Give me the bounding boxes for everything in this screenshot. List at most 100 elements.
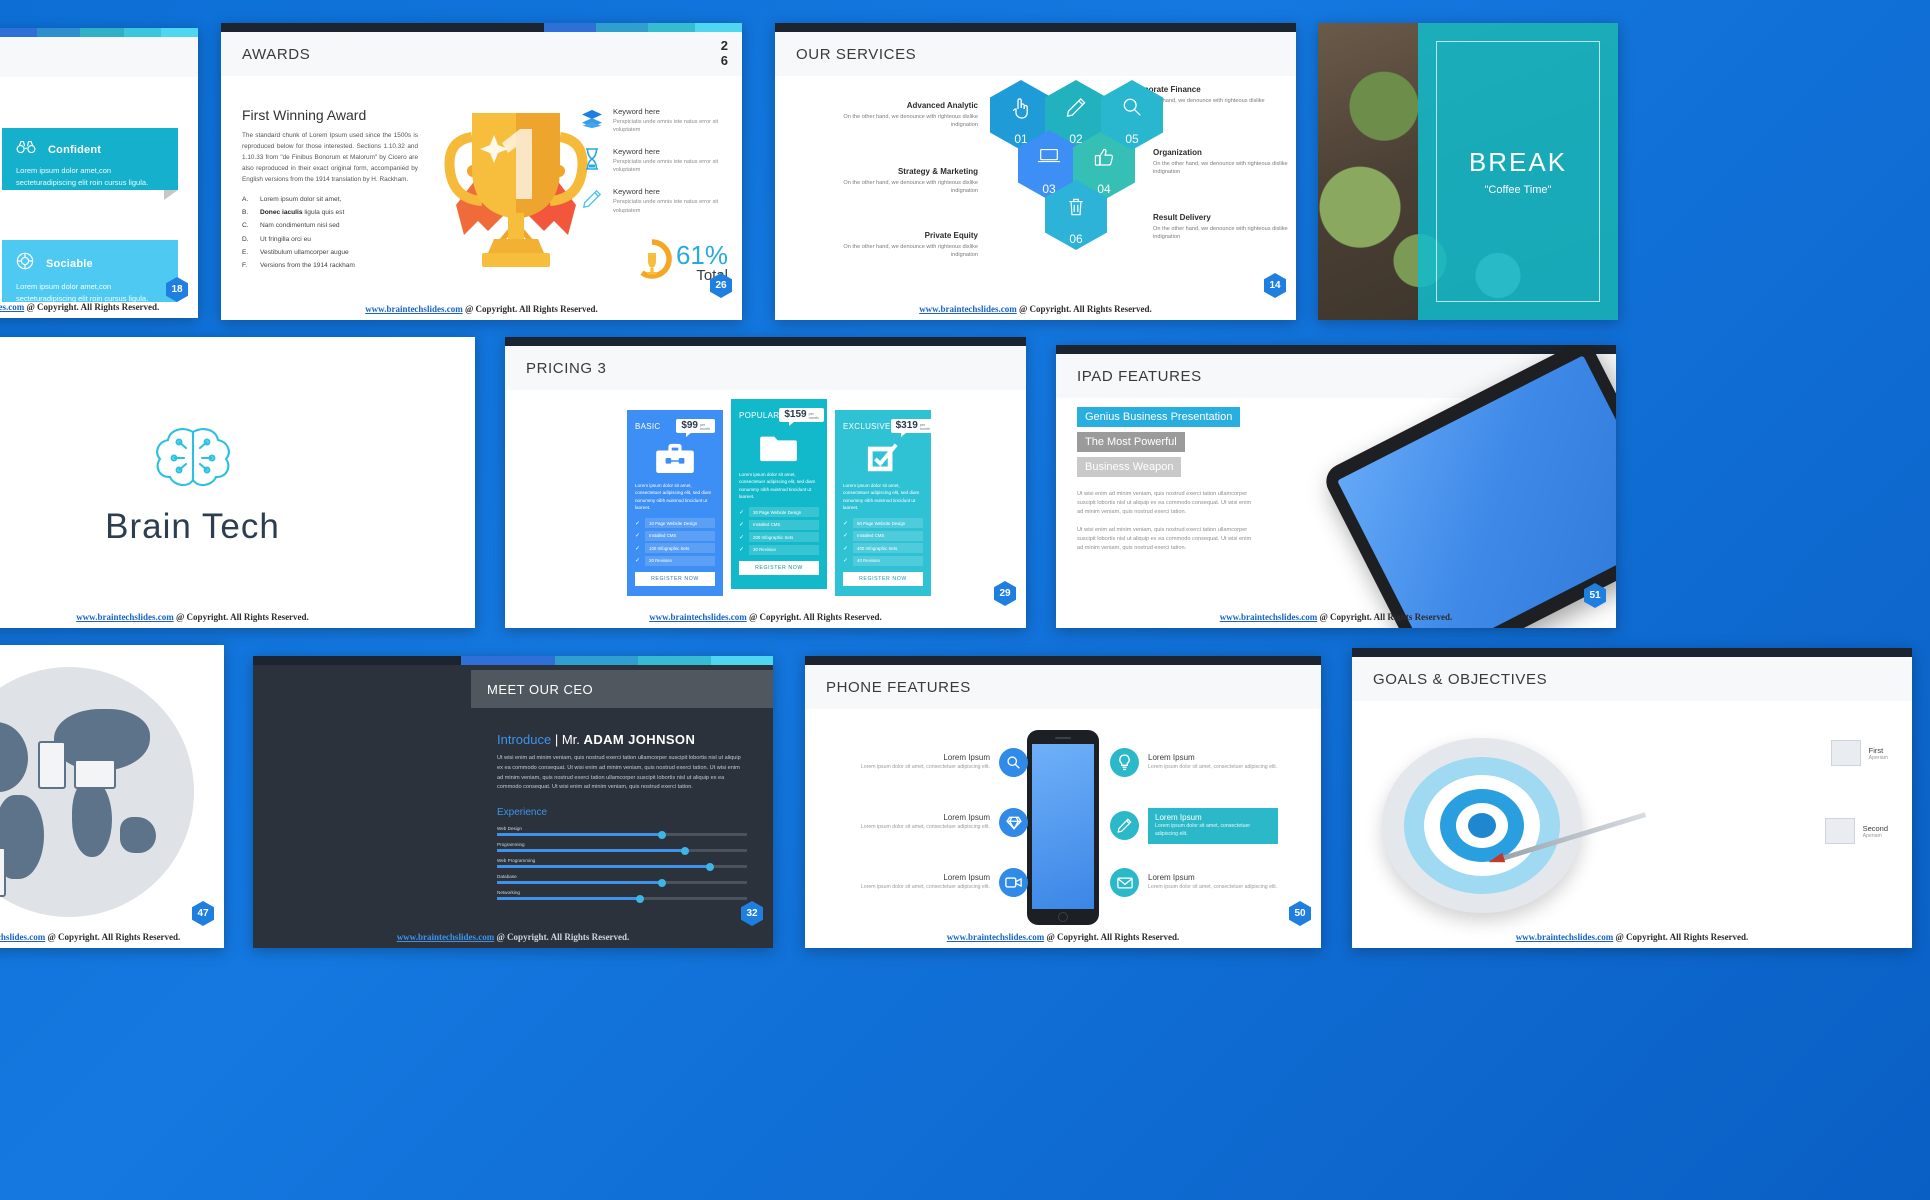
slide-phone-features[interactable]: PHONE FEATURES Lorem Ipsum Lorem ipsum d… — [805, 656, 1321, 948]
hourglass-icon — [581, 147, 603, 171]
awards-heading: First Winning Award — [242, 107, 367, 123]
feature-label: 30 Revision — [749, 544, 819, 555]
slide-topbar — [775, 23, 1296, 32]
awards-list: A. Lorem ipsum dolor sit amet, B. Donec ia… — [242, 196, 418, 269]
service-label-advanced-analytic: Advanced Analytic On the other hand, we … — [830, 101, 978, 130]
feature-desc: Lorem ipsum dolor sit amet, consectetuer… — [1155, 823, 1251, 837]
phone-feature-left-2[interactable]: Lorem Ipsum Lorem ipsum dolor sit amet, … — [860, 808, 1028, 837]
trait-card-sociable[interactable]: Sociable Lorem ipsum dolor amet,con sect… — [2, 240, 178, 303]
keyword-row: Keyword here Perspiciatis unde omnis ist… — [581, 187, 731, 214]
list-key: D. — [242, 235, 249, 243]
phone-feature-right-2[interactable]: Lorem Ipsum Lorem ipsum dolor sit amet, … — [1110, 808, 1278, 844]
checkbox-icon — [843, 439, 923, 477]
skill-row-networking: Networking — [497, 890, 747, 903]
skill-row-programming: Programming — [497, 842, 747, 855]
skill-label: Networking — [497, 890, 520, 896]
stat-value: 61% — [675, 240, 728, 270]
slide-meet-our-ceo[interactable]: MEET OUR CEO Introduce | Mr. ADAM JOHNSO… — [253, 656, 773, 948]
check-icon: ✓ — [739, 522, 745, 529]
register-button[interactable]: REGISTER NOW — [635, 571, 715, 586]
slide-ipad-features[interactable]: IPAD FEATURES Genius Business Presentati… — [1056, 345, 1616, 628]
ceo-name: ADAM JOHNSON — [583, 732, 696, 747]
slide-pricing[interactable]: PRICING 3 BASIC $99 per month Lorem ipsu… — [505, 337, 1026, 628]
footer-link[interactable]: www.braintechslides.com — [76, 612, 174, 622]
check-icon: ✓ — [843, 558, 849, 565]
page-number-badge: 14 — [1264, 273, 1286, 298]
ceo-intro-label: Introduce — [497, 732, 552, 747]
ipad-tag-3: Business Weapon — [1077, 457, 1182, 477]
page-number-top-1: 2 — [720, 38, 728, 53]
slide-topbar — [221, 23, 742, 32]
lifebuoy-icon — [16, 252, 34, 275]
check-icon: ✓ — [843, 545, 849, 552]
feature-row: ✓ 20 Revision — [635, 555, 715, 566]
hex-number: 05 — [1125, 132, 1139, 146]
keyword-title: Keyword here — [613, 187, 660, 197]
slide-traits[interactable]: Confident Lorem ipsum dolor amet,con sec… — [0, 28, 198, 318]
plan-description: Lorem ipsum dolor sit amet, consectetuer… — [635, 483, 712, 511]
slide-topbar — [0, 28, 198, 37]
pricing-card-popular[interactable]: POPULAR $159 per month Lorem ipsum dolor … — [731, 399, 827, 589]
list-item: D. Ut fringilla orci eu — [242, 236, 418, 243]
skill-track[interactable] — [497, 846, 747, 855]
slide-goals-objectives[interactable]: GOALS & OBJECTIVES First Aperiam Second … — [1352, 648, 1912, 948]
footer-link[interactable]: www.braintechslides.com — [919, 304, 1017, 314]
slide-logo[interactable]: Brain Tech www.braintechslides.com @ Cop… — [0, 337, 475, 628]
page-title: GOALS & OBJECTIVES — [1373, 670, 1548, 688]
skill-track[interactable] — [497, 894, 747, 903]
pricing-card-basic[interactable]: BASIC $99 per month Lorem ipsum dolor sit… — [627, 410, 723, 596]
trait-card-confident[interactable]: Confident Lorem ipsum dolor amet,con sec… — [2, 128, 178, 200]
list-text: Nam condimentum nisl sed — [260, 222, 340, 230]
footer-link[interactable]: www.braintechslides.com — [365, 304, 463, 314]
keyword-desc: Perspiciatis unde omnis iste natus error… — [613, 199, 719, 214]
list-key: B. — [242, 209, 249, 217]
feature-row: ✓ Installed CMS — [843, 530, 923, 541]
list-item: A. Lorem ipsum dolor sit amet, — [242, 196, 418, 203]
pricing-card-exclusive[interactable]: EXCLUSIVE $319 per month Lorem ipsum dolo… — [835, 410, 935, 596]
skill-track[interactable] — [497, 830, 747, 839]
slide-world-devices[interactable]: www.braintechslides.com @ Copyright. All… — [0, 645, 224, 948]
ceo-title-band: MEET OUR CEO — [471, 670, 773, 708]
service-label-result-delivery: Result Delivery On the other hand, we de… — [1153, 213, 1296, 242]
folder-icon — [739, 428, 819, 466]
footer-link[interactable]: www.braintechslides.com — [947, 932, 1045, 942]
footer-link[interactable]: www.braintechslides.com — [0, 932, 45, 942]
slide-break[interactable]: BREAK "Coffee Time" — [1318, 23, 1618, 320]
phone-feature-right-1[interactable]: Lorem Ipsum Lorem ipsum dolor sit amet, … — [1110, 748, 1278, 777]
list-item: F. Versions from the 1914 rackham — [242, 262, 418, 269]
footer-link[interactable]: www.braintechslides.com — [397, 932, 495, 942]
footer-link[interactable]: www.braintechslides.com — [1220, 612, 1318, 622]
service-desc: On the other hand, we denounce with righ… — [843, 244, 978, 259]
feature-row: ✓ Installed CMS — [635, 530, 715, 541]
services-hex-grid: 01 02 03 04 05 06 — [990, 80, 1170, 295]
feature-label: 10 Page Website Design — [645, 518, 715, 529]
bulb-icon — [1110, 748, 1139, 777]
check-icon: ✓ — [635, 520, 641, 527]
list-key: A. — [242, 196, 249, 204]
phone-feature-right-3[interactable]: Lorem Ipsum Lorem ipsum dolor sit amet, … — [1110, 868, 1278, 897]
skill-track[interactable] — [497, 878, 747, 887]
page-title: MEET OUR CEO — [487, 681, 594, 697]
feature-row: ✓ Installed CMS — [739, 519, 819, 530]
phone-feature-left-3[interactable]: Lorem Ipsum Lorem ipsum dolor sit amet, … — [860, 868, 1028, 897]
keyword-title: Keyword here — [613, 107, 660, 116]
register-button[interactable]: REGISTER NOW — [843, 571, 923, 586]
footer-link[interactable]: www.braintechslides.com — [1516, 932, 1614, 942]
footer-link[interactable]: www.braintechslides.com — [0, 302, 24, 312]
binoculars-icon — [16, 140, 36, 159]
footer-link[interactable]: www.braintechslides.com — [649, 612, 747, 622]
check-icon: ✓ — [635, 558, 641, 565]
slide-awards[interactable]: AWARDS 2 6 First Winning Award The stand… — [221, 23, 742, 320]
slide-our-services[interactable]: OUR SERVICES Advanced Analytic On the ot… — [775, 23, 1296, 320]
feature-label: 400 Infographic Sets — [853, 543, 923, 554]
skill-track[interactable] — [497, 862, 747, 871]
plan-features: ✓ 50 Page Website Design ✓ Installed CMS ✓… — [843, 518, 923, 566]
phone-feature-left-1[interactable]: Lorem Ipsum Lorem ipsum dolor sit amet, … — [860, 748, 1028, 777]
feature-label: 200 Infographic Sets — [749, 532, 819, 543]
trait-title: Confident — [48, 143, 102, 156]
register-button[interactable]: REGISTER NOW — [739, 560, 819, 575]
goal-title: First — [1868, 745, 1884, 755]
plan-price: $159 — [784, 409, 807, 420]
keyword-row: Keyword here Perspiciatis unde omnis ist… — [581, 147, 731, 174]
goal-title: Second — [1862, 823, 1888, 833]
